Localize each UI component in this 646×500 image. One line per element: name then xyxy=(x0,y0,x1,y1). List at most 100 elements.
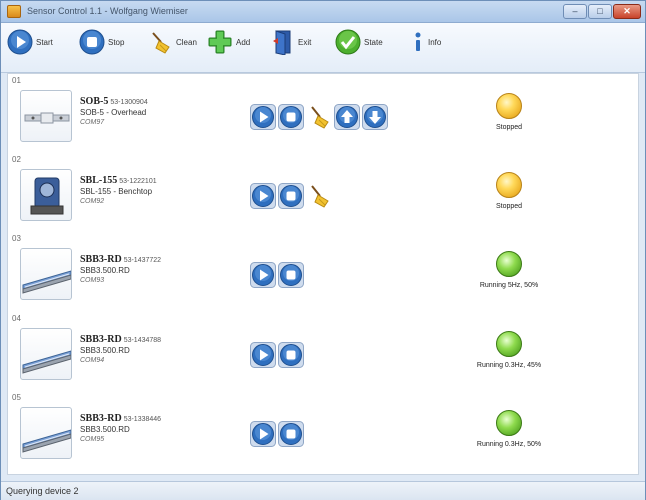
device-name: SOB-5 xyxy=(80,96,109,107)
device-model: SBB3.500.RD xyxy=(80,425,130,434)
state-label: State xyxy=(364,37,383,47)
stop-button[interactable]: Stop xyxy=(79,26,124,58)
device-row: SOB-5 53-1300904 SOB-5 - Overhead COM97 Stop… xyxy=(14,86,630,150)
device-index: 04 xyxy=(12,314,21,323)
info-icon xyxy=(415,32,421,51)
broom-icon xyxy=(311,185,329,208)
start-button[interactable]: Start xyxy=(7,26,53,58)
status-lamp xyxy=(496,410,522,436)
status-bar: Querying device 2 xyxy=(1,481,645,500)
minimize-button[interactable]: – xyxy=(563,4,587,19)
maximize-button[interactable]: □ xyxy=(588,4,612,19)
device-port: COM94 xyxy=(80,357,105,364)
device-index: 01 xyxy=(12,76,21,85)
device-list: 01 SOB-5 53-1300904 SOB-5 - Overhead COM97 St… xyxy=(7,73,639,475)
device-start-button[interactable] xyxy=(250,342,276,368)
broom-icon xyxy=(152,32,170,54)
title-bar[interactable]: Sensor Control 1.1 - Wolfgang Wiemiser –… xyxy=(1,1,645,23)
device-start-button[interactable] xyxy=(250,104,276,130)
device-serial: 53-1338446 xyxy=(123,416,162,423)
device-model: SBB3.500.RD xyxy=(80,266,130,275)
device-thumbnail[interactable] xyxy=(20,169,72,221)
device-image xyxy=(24,112,70,124)
device-start-button[interactable] xyxy=(250,183,276,209)
state-button[interactable]: State xyxy=(335,26,383,58)
device-port: COM97 xyxy=(80,119,105,126)
device-clean-button[interactable] xyxy=(306,183,332,209)
exit-label: Exit xyxy=(298,37,312,47)
device-image xyxy=(22,350,71,374)
device-start-button[interactable] xyxy=(250,262,276,288)
arrow-up-icon xyxy=(334,104,360,130)
app-window: Sensor Control 1.1 - Wolfgang Wiemiser –… xyxy=(0,0,646,500)
device-index: 03 xyxy=(12,234,21,243)
window-title: Sensor Control 1.1 - Wolfgang Wiemiser xyxy=(27,6,188,16)
exit-door-icon xyxy=(273,30,291,55)
device-up-button[interactable] xyxy=(334,104,360,130)
clean-button[interactable]: Clean xyxy=(147,26,197,58)
status-lamp xyxy=(496,93,522,119)
device-row: SBB3-RD 53-1338446 SBB3.500.RD COM95 Running… xyxy=(14,403,630,467)
device-serial: 53-1222101 xyxy=(119,178,157,185)
device-title: SBB3-RD 53-1434788 xyxy=(80,334,161,345)
device-name: SBB3-RD xyxy=(80,254,122,265)
device-stop-button[interactable] xyxy=(278,262,304,288)
info-label: Info xyxy=(428,37,442,47)
device-row: SBB3-RD 53-1434788 SBB3.500.RD COM94 Running… xyxy=(14,324,630,388)
stop-icon xyxy=(278,262,304,288)
device-port: COM93 xyxy=(80,277,105,284)
arrow-down-icon xyxy=(362,104,388,130)
device-thumbnail[interactable] xyxy=(20,248,72,300)
device-state-text: Running 5Hz, 50% xyxy=(479,282,539,289)
play-icon xyxy=(250,421,276,447)
device-image xyxy=(22,429,71,453)
device-index: 02 xyxy=(12,155,21,164)
device-index: 05 xyxy=(12,393,21,402)
device-title: SBB3-RD 53-1338446 xyxy=(80,413,161,424)
play-icon xyxy=(7,29,33,55)
device-state-text: Stopped xyxy=(495,124,523,131)
device-state-text: Running 0.3Hz, 45% xyxy=(476,362,542,369)
stop-icon xyxy=(278,421,304,447)
play-icon xyxy=(250,342,276,368)
device-row: SBL-155 53-1222101 SBL-155 - Benchtop COM92… xyxy=(14,165,630,229)
device-start-button[interactable] xyxy=(250,421,276,447)
device-state-text: Stopped xyxy=(495,203,523,210)
stop-icon xyxy=(278,104,304,130)
device-stop-button[interactable] xyxy=(278,183,304,209)
device-state-text: Running 0.3Hz, 50% xyxy=(476,441,542,448)
add-icon xyxy=(208,30,232,54)
status-text: Querying device 2 xyxy=(6,486,79,496)
play-icon xyxy=(250,262,276,288)
device-name: SBB3-RD xyxy=(80,413,122,424)
device-stop-button[interactable] xyxy=(278,104,304,130)
add-button[interactable]: Add xyxy=(207,26,250,58)
exit-button[interactable]: Exit xyxy=(269,26,311,58)
device-stop-button[interactable] xyxy=(278,342,304,368)
close-button[interactable]: ✕ xyxy=(613,4,641,19)
status-lamp xyxy=(496,251,522,277)
info-button[interactable]: Info xyxy=(411,26,441,58)
device-thumbnail[interactable] xyxy=(20,90,72,142)
stop-icon xyxy=(278,183,304,209)
device-thumbnail[interactable] xyxy=(20,407,72,459)
status-lamp xyxy=(496,331,522,357)
main-toolbar: Start Stop Clean Add Exit State Info xyxy=(1,23,645,73)
device-thumbnail[interactable] xyxy=(20,328,72,380)
device-clean-button[interactable] xyxy=(306,104,332,130)
add-label: Add xyxy=(236,37,251,47)
device-name: SBL-155 xyxy=(80,175,118,186)
stop-icon xyxy=(79,29,105,55)
stop-icon xyxy=(278,342,304,368)
device-stop-button[interactable] xyxy=(278,421,304,447)
clean-label: Clean xyxy=(176,37,197,47)
device-down-button[interactable] xyxy=(362,104,388,130)
device-serial: 53-1437722 xyxy=(123,257,162,264)
device-serial: 53-1434788 xyxy=(123,337,162,344)
device-port: COM95 xyxy=(80,436,105,443)
status-lamp xyxy=(496,172,522,198)
device-image xyxy=(30,177,64,215)
device-port: COM92 xyxy=(80,198,105,205)
device-model: SBB3.500.RD xyxy=(80,346,130,355)
check-icon xyxy=(335,29,361,55)
